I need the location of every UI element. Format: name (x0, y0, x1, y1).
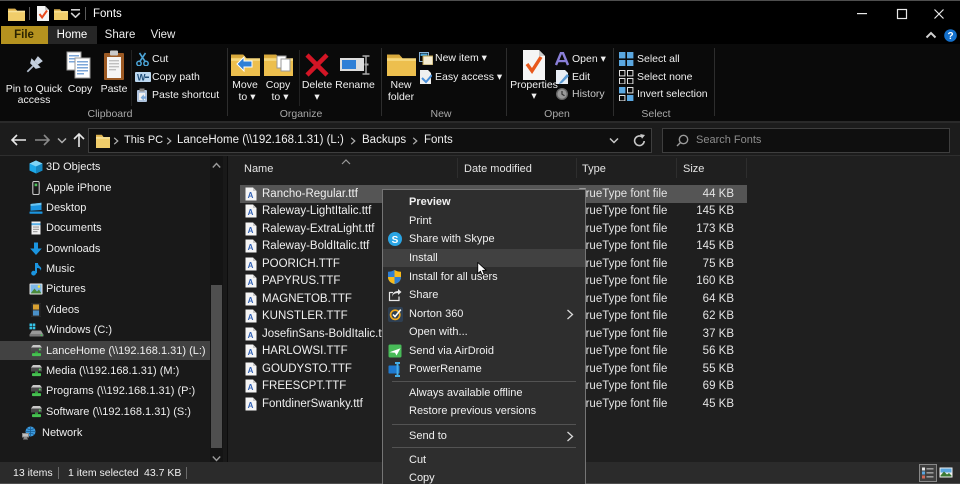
svg-text:A: A (248, 348, 254, 357)
svg-text:S: S (392, 235, 399, 246)
svg-text:A: A (248, 366, 254, 375)
svg-text:A: A (248, 401, 254, 410)
svg-text:?: ? (947, 31, 953, 42)
svg-text:A: A (248, 243, 254, 252)
svg-text:A: A (248, 331, 254, 340)
svg-text:A: A (248, 191, 254, 200)
svg-text:A: A (248, 313, 254, 322)
svg-text:A: A (248, 383, 254, 392)
svg-text:A: A (248, 296, 254, 305)
svg-text:A: A (248, 208, 254, 217)
svg-text:A: A (248, 226, 254, 235)
svg-text:A: A (248, 278, 254, 287)
svg-text:A: A (248, 261, 254, 270)
